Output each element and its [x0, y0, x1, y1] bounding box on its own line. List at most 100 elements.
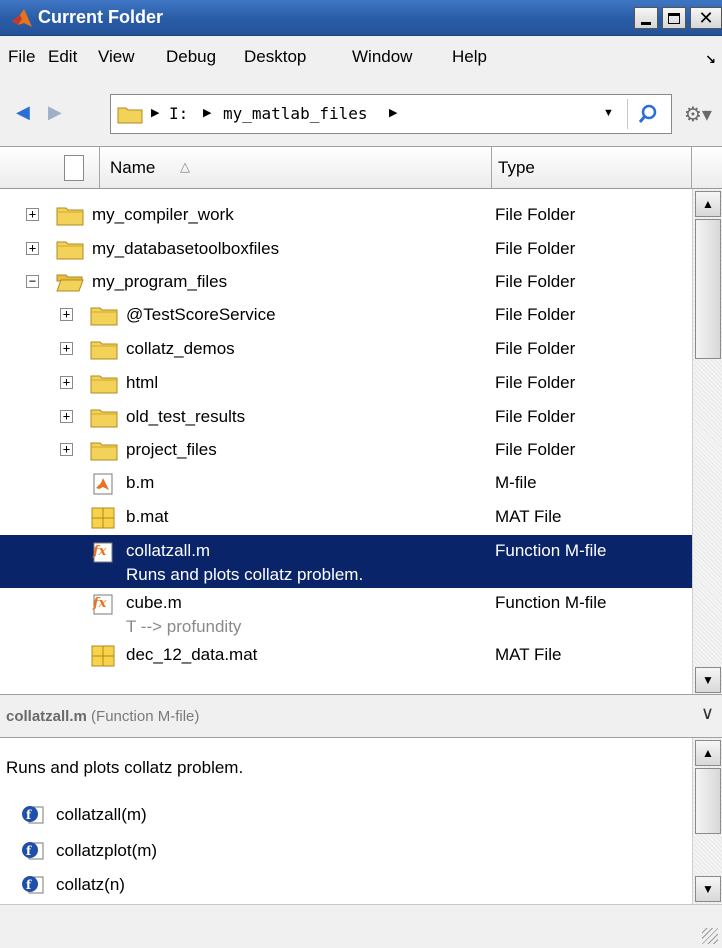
file-description: T --> profundity [126, 617, 242, 636]
file-description: Runs and plots collatz problem. [126, 565, 364, 584]
tree-row[interactable]: − my_program_files File Folder [0, 266, 692, 299]
back-arrow-icon[interactable]: ◀ [16, 102, 30, 123]
expand-icon[interactable]: + [60, 443, 73, 456]
tree-row[interactable]: + old_test_results File Folder [0, 401, 692, 434]
scroll-down-icon[interactable]: ▼ [695, 667, 721, 693]
header-type-column[interactable]: Type [492, 147, 692, 189]
tree-item-label: project_files [126, 440, 217, 459]
search-icon [638, 104, 656, 123]
sort-ascending-icon: △ [180, 159, 190, 174]
details-title: collatzall.m (Function M-file) [6, 708, 199, 725]
expand-icon[interactable]: + [60, 308, 73, 321]
resize-grip-icon[interactable] [702, 928, 718, 944]
svg-text:fx: fx [92, 596, 107, 611]
menu-help[interactable]: Help [452, 47, 487, 67]
chevron-down-icon[interactable]: ∨ [701, 703, 714, 724]
search-button[interactable] [627, 99, 667, 129]
maximize-icon [668, 12, 680, 24]
tree-item-type: File Folder [495, 373, 576, 392]
folder-icon [117, 107, 143, 124]
menu-file[interactable]: File [8, 47, 35, 67]
tree-item-label: collatz_demos [126, 339, 235, 358]
tree-item-type: File Folder [495, 239, 576, 258]
tree-row[interactable]: + @TestScoreService File Folder [0, 299, 692, 332]
tree-item-label: b.mat [126, 507, 169, 526]
scroll-up-icon[interactable]: ▲ [695, 740, 721, 766]
folder-icon [56, 238, 84, 265]
svg-text:f: f [26, 844, 32, 858]
tree-row[interactable]: fx collatzall.m Function M-file [0, 535, 692, 568]
tree-row[interactable]: fx cube.m Function M-file [0, 587, 692, 620]
tree-row[interactable]: + collatz_demos File Folder [0, 333, 692, 366]
tree-item-label: old_test_results [126, 407, 246, 426]
breadcrumb-folder[interactable]: my_matlab_files [223, 104, 368, 123]
menu-debug[interactable]: Debug [166, 47, 216, 67]
scroll-thumb[interactable] [695, 768, 721, 834]
menu-window[interactable]: Window [352, 47, 412, 67]
expand-icon[interactable]: + [26, 208, 39, 221]
document-icon [64, 155, 84, 181]
breadcrumb-drive[interactable]: I: [169, 104, 188, 123]
dock-arrow-icon[interactable]: ↘ [705, 52, 716, 68]
m-file-icon [90, 472, 116, 501]
gear-icon[interactable]: ⚙▾ [684, 102, 712, 127]
minimize-button[interactable] [634, 7, 658, 29]
folder-icon [90, 439, 118, 466]
tree-item-type: MAT File [495, 645, 562, 664]
title-bar[interactable]: Current Folder ✕ [0, 0, 722, 36]
mat-file-icon [90, 506, 116, 535]
function-icon: f [22, 876, 44, 894]
function-file-icon: fx [90, 540, 116, 569]
tree-row[interactable]: dec_12_data.mat MAT File [0, 639, 692, 672]
scroll-up-icon[interactable]: ▲ [695, 191, 721, 217]
maximize-button[interactable] [662, 7, 686, 29]
tree-row[interactable]: + html File Folder [0, 367, 692, 400]
scroll-thumb[interactable] [695, 219, 721, 359]
tree-item-type: MAT File [495, 507, 562, 526]
menu-desktop[interactable]: Desktop [244, 47, 306, 67]
menu-edit[interactable]: Edit [48, 47, 77, 67]
tree-item-type: File Folder [495, 205, 576, 224]
close-icon: ✕ [698, 8, 714, 28]
tree-row[interactable]: b.m M-file [0, 467, 692, 500]
details-scrollbar[interactable]: ▲ ▼ [692, 738, 722, 904]
tree-item-label: my_program_files [92, 272, 228, 291]
tree-row-description: Runs and plots collatz problem. [0, 565, 692, 588]
breadcrumb-arrow-icon: ▶ [389, 107, 398, 119]
tree-item-type: File Folder [495, 440, 576, 459]
expand-icon[interactable]: + [60, 410, 73, 423]
expand-icon[interactable]: + [60, 342, 73, 355]
tree-row-description: T --> profundity [0, 617, 692, 640]
tree-item-type: File Folder [495, 272, 576, 291]
function-file-icon: fx [90, 592, 116, 621]
tree-row[interactable]: + project_files File Folder [0, 434, 692, 467]
file-tree: Name △ Type + my_compiler_work File Folder… [0, 146, 722, 695]
tree-row[interactable]: + my_compiler_work File Folder [0, 199, 692, 232]
vertical-scrollbar[interactable]: ▲ ▼ [692, 189, 722, 695]
column-header: Name △ Type [0, 147, 722, 189]
collapse-icon[interactable]: − [26, 275, 39, 288]
minimize-icon [641, 21, 651, 25]
menu-bar: File Edit View Debug Desktop Window Help… [0, 36, 722, 80]
header-icon-column[interactable] [0, 147, 100, 189]
address-field[interactable]: ▶ I: ▶ my_matlab_files ▶ ▼ [110, 94, 672, 134]
folder-icon [90, 406, 118, 433]
close-button[interactable]: ✕ [690, 7, 722, 29]
tree-row[interactable]: + my_databasetoolboxfiles File Folder [0, 233, 692, 266]
tree-item-label: my_databasetoolboxfiles [92, 239, 280, 258]
folder-icon [90, 338, 118, 365]
scroll-down-icon[interactable]: ▼ [695, 876, 721, 902]
tree-item-type: File Folder [495, 339, 576, 358]
header-name-column[interactable]: Name △ [100, 147, 492, 189]
forward-arrow-icon[interactable]: ▶ [48, 102, 62, 123]
expand-icon[interactable]: + [60, 376, 73, 389]
tree-item-label: dec_12_data.mat [126, 645, 258, 664]
expand-icon[interactable]: + [26, 242, 39, 255]
details-description: Runs and plots collatz problem. [6, 758, 244, 777]
menu-view[interactable]: View [98, 47, 135, 67]
tree-row[interactable]: b.mat MAT File [0, 501, 692, 534]
function-icon: f [22, 842, 44, 860]
details-header[interactable]: collatzall.m (Function M-file) ∨ [0, 694, 722, 738]
dropdown-arrow-icon[interactable]: ▼ [603, 107, 614, 119]
tree-item-type: M-file [495, 473, 537, 492]
